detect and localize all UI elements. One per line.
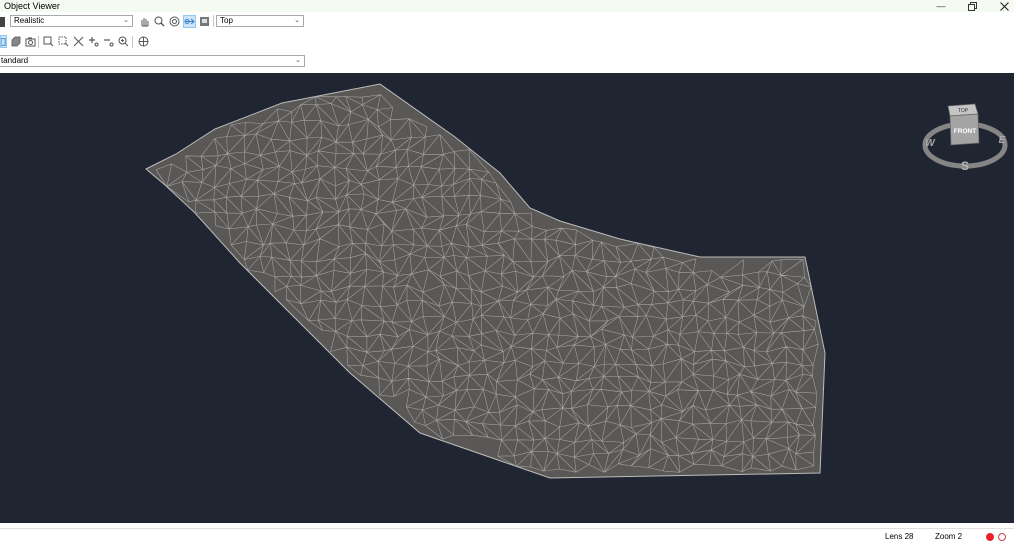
zoom-in-icon xyxy=(89,37,99,47)
zoom-extents-icon xyxy=(58,36,69,47)
visual-style-value: Realistic xyxy=(14,16,45,25)
view-value: Top xyxy=(220,16,233,25)
close-icon xyxy=(999,1,1009,11)
zoom-window-icon xyxy=(43,36,54,47)
orbit-button[interactable] xyxy=(168,15,181,28)
3d-viewport[interactable]: TOP FRONT W E S xyxy=(0,73,1014,523)
mesh-outline xyxy=(145,83,826,479)
viewcube-front-label: FRONT xyxy=(954,128,976,135)
minimize-button[interactable]: — xyxy=(928,0,954,12)
compass-south-label: S xyxy=(961,159,969,173)
zoom-realtime-icon xyxy=(118,36,129,47)
terrain-mesh xyxy=(145,83,826,479)
zoom-extents-button[interactable] xyxy=(57,35,70,48)
restore-icon xyxy=(967,1,977,11)
viewcube-top-label: TOP xyxy=(958,108,969,114)
zoom-in-button[interactable] xyxy=(87,35,100,48)
chevron-down-icon: ⌄ xyxy=(294,17,300,24)
lens-status: Lens 28 xyxy=(885,532,914,541)
zoom-out-button[interactable] xyxy=(102,35,115,48)
zoom-out-icon xyxy=(104,39,114,47)
toolbar-separator xyxy=(213,15,214,27)
zoom-realtime-button[interactable] xyxy=(117,35,130,48)
zoom-status: Zoom 2 xyxy=(935,532,963,541)
view-icon xyxy=(200,17,209,26)
pan-icon xyxy=(141,18,149,27)
zoom-button[interactable] xyxy=(153,15,166,28)
status-bar: Lens 28 Zoom 2 xyxy=(0,528,1014,543)
chevron-down-icon: ⌄ xyxy=(295,57,301,64)
shade-button[interactable] xyxy=(9,35,22,48)
steering-wheel-button[interactable] xyxy=(137,35,150,48)
close-button[interactable] xyxy=(991,0,1014,12)
free-orbit-icon xyxy=(184,18,195,25)
zoom-window-button[interactable] xyxy=(42,35,55,48)
camera-button[interactable] xyxy=(24,35,37,48)
save-icon[interactable] xyxy=(0,15,6,28)
view-type-select[interactable]: tandard ⌄ xyxy=(0,55,305,67)
steering-wheel-icon xyxy=(138,36,149,47)
zoom-all-button[interactable] xyxy=(72,35,85,48)
zoom-all-icon xyxy=(73,36,84,47)
compass-east-label: E xyxy=(999,135,1006,146)
shade-icon xyxy=(11,36,21,47)
camera-icon xyxy=(25,37,36,47)
chevron-down-icon: ⌄ xyxy=(123,17,129,24)
restore-button[interactable] xyxy=(959,0,985,12)
view-type-value: tandard xyxy=(1,56,29,65)
pan-button[interactable] xyxy=(138,15,151,28)
record-indicator-icon[interactable] xyxy=(986,533,994,541)
view-button[interactable] xyxy=(198,15,211,28)
compass-west-label: W xyxy=(925,138,936,149)
toolbar-area: Realistic ⌄ Top ⌄ tandard ⌄ xyxy=(0,12,1014,73)
free-orbit-button[interactable] xyxy=(183,15,196,28)
stop-indicator-icon[interactable] xyxy=(998,533,1006,541)
toolbar-separator xyxy=(38,36,39,48)
zoom-icon xyxy=(154,16,165,27)
viewport-icon xyxy=(1,37,6,46)
viewcube[interactable]: TOP FRONT W E S xyxy=(917,100,1014,180)
toolbar-separator xyxy=(132,36,133,48)
orbit-icon xyxy=(169,16,180,27)
visual-style-select[interactable]: Realistic ⌄ xyxy=(10,15,133,27)
minimize-icon: — xyxy=(936,1,946,11)
view-select[interactable]: Top ⌄ xyxy=(216,15,304,27)
title-bar: Object Viewer — xyxy=(0,0,1014,12)
viewport-button[interactable] xyxy=(0,35,7,48)
window-title: Object Viewer xyxy=(4,1,60,11)
